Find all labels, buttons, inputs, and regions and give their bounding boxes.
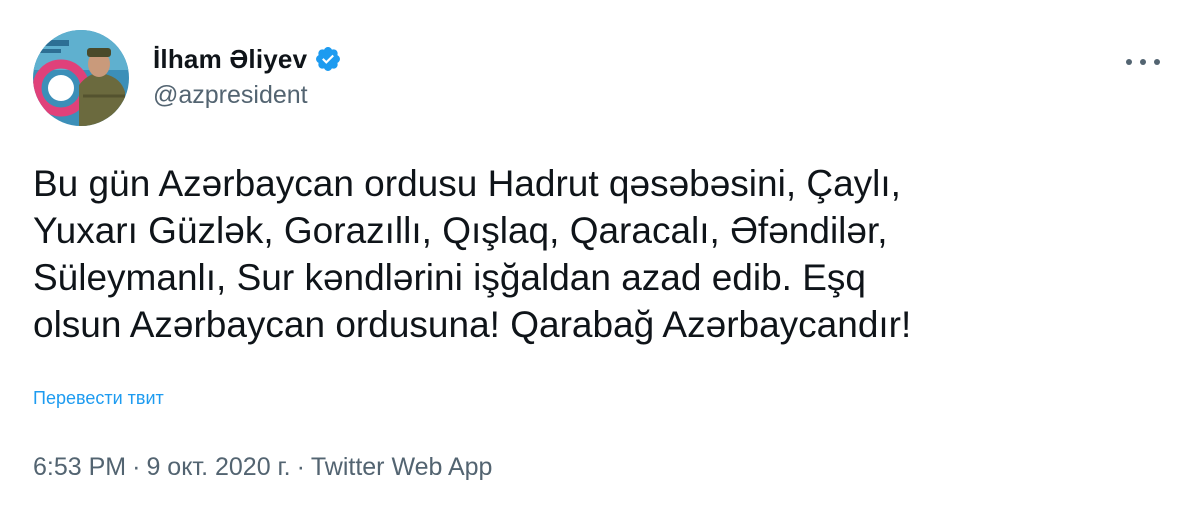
tweet-card: İlham Əliyev @azpresident Bu gün Azərbay… (0, 0, 1200, 514)
tweet-metadata: 6:53 PM · 9 окт. 2020 г. · Twitter Web App (33, 453, 492, 482)
tweet-text-line: Bu gün Azərbaycan ordusu Hadrut qəsəbəsi… (33, 163, 901, 204)
tweet-text-line: Yuxarı Güzlək, Gorazıllı, Qışlaq, Qaraca… (33, 210, 888, 251)
meta-separator: · (296, 453, 305, 481)
tweet-date[interactable]: 9 окт. 2020 г. (146, 453, 290, 481)
more-dot (1126, 59, 1132, 65)
more-dot (1154, 59, 1160, 65)
tweet-time[interactable]: 6:53 PM (33, 453, 126, 481)
tweet-text: Bu gün Azərbaycan ordusu Hadrut qəsəbəsi… (33, 160, 1173, 348)
author-display-name[interactable]: İlham Əliyev (153, 44, 307, 75)
profile-photo-icon (33, 30, 129, 126)
more-dot (1140, 59, 1146, 65)
author-name-row[interactable]: İlham Əliyev (153, 42, 342, 76)
author-handle[interactable]: @azpresident (153, 81, 308, 110)
meta-separator: · (132, 453, 141, 481)
translate-tweet-link[interactable]: Перевести твит (33, 388, 164, 409)
tweet-source[interactable]: Twitter Web App (311, 453, 493, 481)
tweet-text-line: Süleymanlı, Sur kəndlərini işğaldan azad… (33, 257, 866, 298)
verified-badge-icon (316, 47, 341, 71)
avatar[interactable] (33, 30, 129, 126)
more-options-icon[interactable] (1126, 52, 1160, 72)
tweet-text-line: olsun Azərbaycan ordusuna! Qarabağ Azərb… (33, 304, 912, 345)
